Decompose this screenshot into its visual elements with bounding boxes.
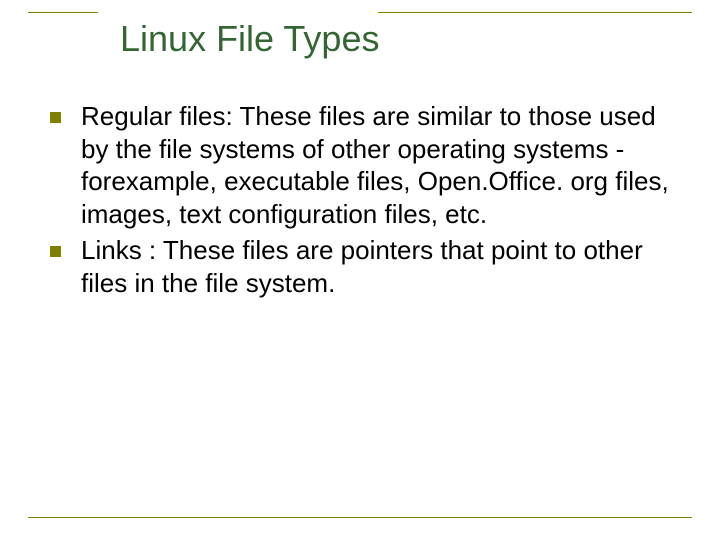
list-item: Links : These files are pointers that po… (50, 234, 680, 299)
content-area: Regular files: These files are similar t… (50, 100, 680, 303)
bottom-border-line (28, 517, 692, 518)
slide-title: Linux File Types (120, 18, 379, 60)
slide: Linux File Types Regular files: These fi… (0, 0, 720, 540)
title-line-break (98, 12, 378, 13)
bullet-text: Regular files: These files are similar t… (81, 100, 680, 230)
square-bullet-icon (50, 246, 61, 257)
list-item: Regular files: These files are similar t… (50, 100, 680, 230)
bullet-text: Links : These files are pointers that po… (81, 234, 680, 299)
square-bullet-icon (50, 112, 61, 123)
